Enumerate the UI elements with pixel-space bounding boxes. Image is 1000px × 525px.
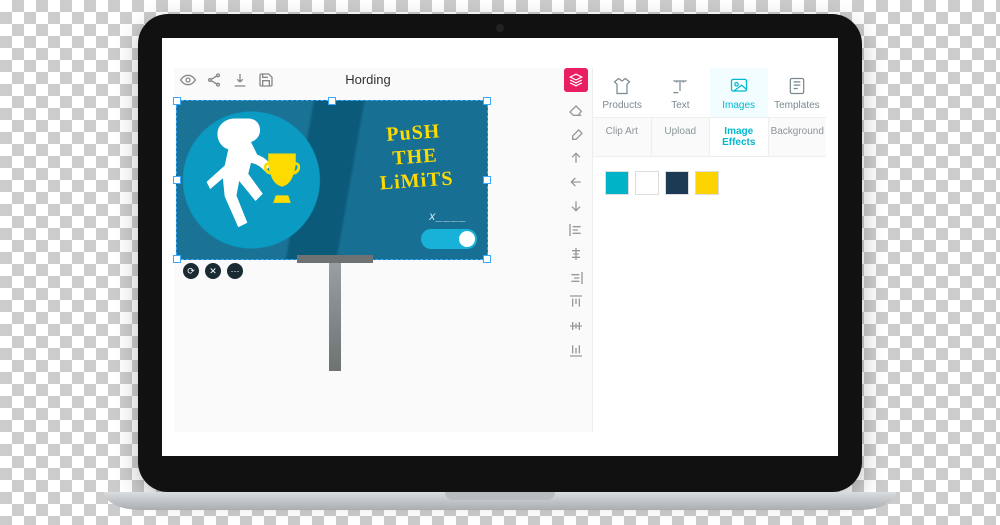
camera-dot: [496, 24, 504, 32]
signature-text: x____: [429, 209, 467, 223]
tab-label: Images: [722, 100, 755, 111]
align-top-icon[interactable]: [568, 294, 584, 310]
trophy-icon: [261, 151, 303, 211]
template-icon: [787, 76, 807, 96]
tab-label: Text: [671, 100, 689, 111]
slogan-line: THE: [392, 144, 439, 169]
tab-templates[interactable]: Templates: [768, 68, 826, 117]
arrow-up-icon[interactable]: [568, 150, 584, 166]
shirt-icon: [612, 76, 632, 96]
laptop-frame: Hording: [138, 14, 862, 492]
image-icon: [729, 76, 749, 96]
cta-pill: [421, 229, 477, 249]
color-swatch[interactable]: [695, 171, 719, 195]
laptop-notch: [445, 492, 555, 500]
eraser-icon[interactable]: [568, 102, 584, 118]
subtab-effects[interactable]: Image Effects: [710, 118, 769, 156]
image-subtabs: Clip Art Upload Image Effects Background: [593, 118, 826, 157]
resize-handle[interactable]: [328, 97, 336, 105]
tab-text[interactable]: Text: [651, 68, 709, 117]
resize-handle[interactable]: [483, 97, 491, 105]
design-app: Hording: [174, 68, 826, 432]
slogan-line: PuSH: [386, 120, 441, 146]
billboard-post: [329, 261, 341, 371]
slogan-line: LiMiTS: [379, 167, 454, 194]
pencil-icon[interactable]: [568, 126, 584, 142]
arrow-left-icon[interactable]: [568, 174, 584, 190]
slogan-text: PuSH THE LiMiTS: [343, 116, 488, 198]
laptop-base: [104, 492, 896, 510]
resize-handle[interactable]: [173, 176, 181, 184]
resize-handle[interactable]: [173, 97, 181, 105]
align-center-v-icon[interactable]: [568, 318, 584, 334]
editor-side-toolbar: [564, 98, 588, 362]
right-panel: Products Text Images Templates: [592, 68, 826, 432]
editor-area: Hording: [174, 68, 588, 432]
resize-handle[interactable]: [483, 255, 491, 263]
canvas[interactable]: PuSH THE LiMiTS x____ ⟳ ✕ ⋯: [174, 100, 560, 432]
color-swatch[interactable]: [605, 171, 629, 195]
tab-label: Templates: [774, 100, 820, 111]
align-bottom-icon[interactable]: [568, 342, 584, 358]
subtab-background[interactable]: Background: [769, 118, 827, 156]
main-tabs: Products Text Images Templates: [593, 68, 826, 118]
tab-images[interactable]: Images: [710, 68, 768, 117]
layers-icon: [569, 73, 583, 87]
more-icon[interactable]: ⋯: [227, 263, 243, 279]
tab-products[interactable]: Products: [593, 68, 651, 117]
resize-handle[interactable]: [173, 255, 181, 263]
delete-icon[interactable]: ✕: [205, 263, 221, 279]
arrow-down-icon[interactable]: [568, 198, 584, 214]
layers-button[interactable]: [564, 68, 588, 92]
tab-label: Products: [602, 100, 641, 111]
color-swatch[interactable]: [635, 171, 659, 195]
subtab-clipart[interactable]: Clip Art: [593, 118, 652, 156]
subtab-upload[interactable]: Upload: [652, 118, 711, 156]
color-swatch[interactable]: [665, 171, 689, 195]
billboard-design[interactable]: PuSH THE LiMiTS x____ ⟳ ✕ ⋯: [176, 100, 488, 260]
rotate-icon[interactable]: ⟳: [183, 263, 199, 279]
screen: Hording: [162, 38, 838, 456]
canvas-title: Hording: [174, 72, 562, 87]
text-icon: [670, 76, 690, 96]
align-center-h-icon[interactable]: [568, 246, 584, 262]
color-swatches: [593, 157, 826, 209]
object-toolbar: ⟳ ✕ ⋯: [183, 263, 243, 279]
align-right-icon[interactable]: [568, 270, 584, 286]
align-left-icon[interactable]: [568, 222, 584, 238]
